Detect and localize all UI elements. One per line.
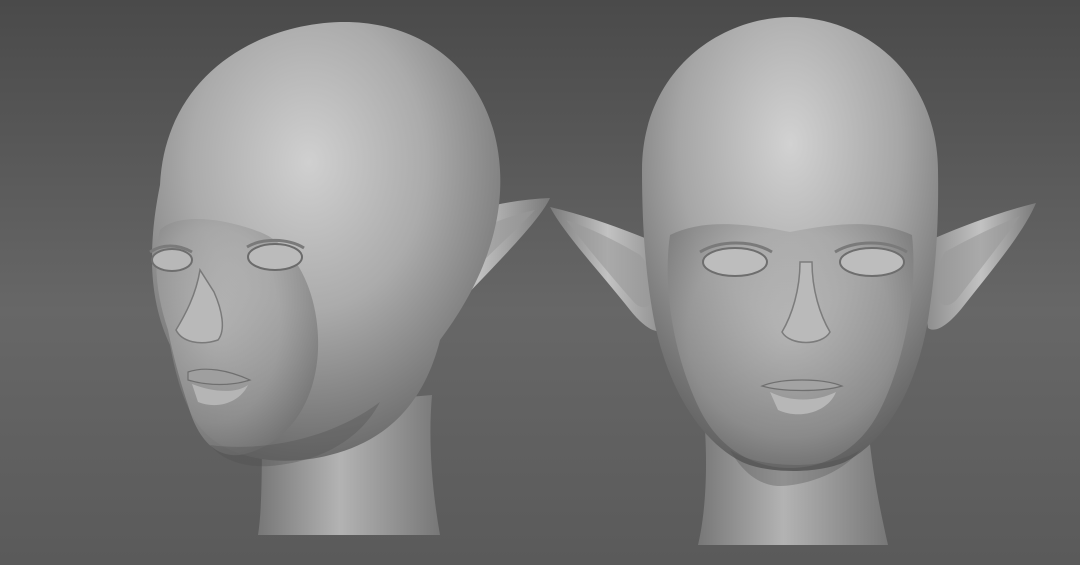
left-eye-closed	[151, 248, 193, 272]
right-eye-closed	[247, 243, 303, 271]
right-eye-closed	[839, 247, 905, 277]
left-eye-closed	[702, 247, 768, 277]
sculpt-viewport	[0, 0, 1080, 565]
render-canvas	[0, 0, 1080, 565]
